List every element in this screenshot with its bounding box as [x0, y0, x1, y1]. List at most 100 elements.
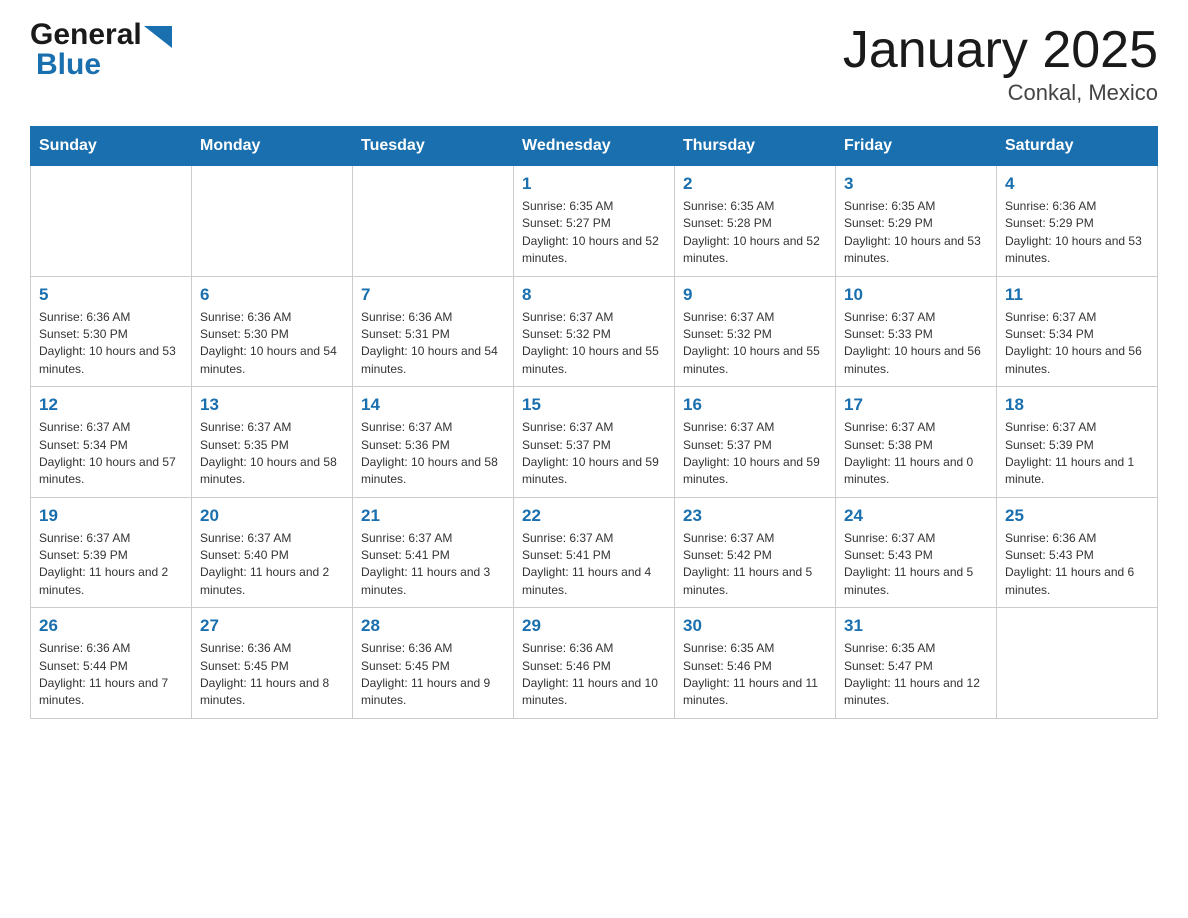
week-row-5: 26 Sunrise: 6:36 AM Sunset: 5:44 PM Dayli… [31, 608, 1158, 719]
cell-sun-info: Sunrise: 6:37 AM Sunset: 5:32 PM Dayligh… [683, 309, 827, 379]
cell-sun-info: Sunrise: 6:37 AM Sunset: 5:37 PM Dayligh… [522, 419, 666, 489]
cell-sun-info: Sunrise: 6:37 AM Sunset: 5:37 PM Dayligh… [683, 419, 827, 489]
cell-sun-info: Sunrise: 6:36 AM Sunset: 5:44 PM Dayligh… [39, 640, 183, 710]
calendar-cell: 1Sunrise: 6:35 AM Sunset: 5:27 PM Daylig… [514, 166, 675, 277]
calendar-cell: 11 Sunrise: 6:37 AM Sunset: 5:34 PM Dayli… [997, 276, 1158, 387]
calendar-cell: 5 Sunrise: 6:36 AM Sunset: 5:30 PM Daylig… [31, 276, 192, 387]
header-row: SundayMondayTuesdayWednesdayThursdayFrid… [31, 127, 1158, 166]
cell-sun-info: Sunrise: 6:36 AM Sunset: 5:29 PM Dayligh… [1005, 198, 1149, 268]
calendar-table: SundayMondayTuesdayWednesdayThursdayFrid… [30, 126, 1158, 719]
cell-sun-info: Sunrise: 6:35 AM Sunset: 5:29 PM Dayligh… [844, 198, 988, 268]
cell-sun-info: Sunrise: 6:37 AM Sunset: 5:39 PM Dayligh… [39, 530, 183, 600]
calendar-cell [192, 166, 353, 277]
header-cell-sunday: Sunday [31, 127, 192, 166]
calendar-cell: 15 Sunrise: 6:37 AM Sunset: 5:37 PM Dayli… [514, 387, 675, 498]
calendar-cell: 29Sunrise: 6:36 AM Sunset: 5:46 PM Dayli… [514, 608, 675, 719]
calendar-cell: 19Sunrise: 6:37 AM Sunset: 5:39 PM Dayli… [31, 497, 192, 608]
calendar-cell: 23 Sunrise: 6:37 AM Sunset: 5:42 PM Dayli… [675, 497, 836, 608]
calendar-cell: 25 Sunrise: 6:36 AM Sunset: 5:43 PM Dayli… [997, 497, 1158, 608]
calendar-cell: 16 Sunrise: 6:37 AM Sunset: 5:37 PM Dayli… [675, 387, 836, 498]
cell-sun-info: Sunrise: 6:36 AM Sunset: 5:30 PM Dayligh… [39, 309, 183, 379]
cell-sun-info: Sunrise: 6:35 AM Sunset: 5:46 PM Dayligh… [683, 640, 827, 710]
cell-day-number: 27 [200, 616, 344, 636]
cell-day-number: 18 [1005, 395, 1149, 415]
cell-sun-info: Sunrise: 6:37 AM Sunset: 5:33 PM Dayligh… [844, 309, 988, 379]
cell-day-number: 30 [683, 616, 827, 636]
cell-sun-info: Sunrise: 6:36 AM Sunset: 5:45 PM Dayligh… [200, 640, 344, 710]
calendar-cell: 2 Sunrise: 6:35 AM Sunset: 5:28 PM Daylig… [675, 166, 836, 277]
cell-day-number: 13 [200, 395, 344, 415]
cell-day-number: 4 [1005, 174, 1149, 194]
cell-day-number: 24 [844, 506, 988, 526]
header-cell-saturday: Saturday [997, 127, 1158, 166]
calendar-cell: 10Sunrise: 6:37 AM Sunset: 5:33 PM Dayli… [836, 276, 997, 387]
calendar-cell: 9Sunrise: 6:37 AM Sunset: 5:32 PM Daylig… [675, 276, 836, 387]
calendar-subtitle: Conkal, Mexico [843, 80, 1158, 106]
cell-day-number: 7 [361, 285, 505, 305]
cell-day-number: 11 [1005, 285, 1149, 305]
cell-sun-info: Sunrise: 6:37 AM Sunset: 5:36 PM Dayligh… [361, 419, 505, 489]
cell-day-number: 31 [844, 616, 988, 636]
cell-sun-info: Sunrise: 6:37 AM Sunset: 5:42 PM Dayligh… [683, 530, 827, 600]
header-cell-friday: Friday [836, 127, 997, 166]
cell-sun-info: Sunrise: 6:35 AM Sunset: 5:27 PM Dayligh… [522, 198, 666, 268]
cell-day-number: 20 [200, 506, 344, 526]
cell-sun-info: Sunrise: 6:36 AM Sunset: 5:31 PM Dayligh… [361, 309, 505, 379]
title-area: January 2025 Conkal, Mexico [843, 20, 1158, 106]
calendar-cell: 12 Sunrise: 6:37 AM Sunset: 5:34 PM Dayli… [31, 387, 192, 498]
calendar-cell: 4 Sunrise: 6:36 AM Sunset: 5:29 PM Daylig… [997, 166, 1158, 277]
calendar-cell: 17Sunrise: 6:37 AM Sunset: 5:38 PM Dayli… [836, 387, 997, 498]
cell-day-number: 26 [39, 616, 183, 636]
calendar-cell: 26 Sunrise: 6:36 AM Sunset: 5:44 PM Dayli… [31, 608, 192, 719]
calendar-cell: 21 Sunrise: 6:37 AM Sunset: 5:41 PM Dayli… [353, 497, 514, 608]
cell-sun-info: Sunrise: 6:37 AM Sunset: 5:41 PM Dayligh… [522, 530, 666, 600]
logo-triangle-icon [144, 26, 172, 48]
calendar-body: 1Sunrise: 6:35 AM Sunset: 5:27 PM Daylig… [31, 166, 1158, 719]
cell-day-number: 3 [844, 174, 988, 194]
cell-day-number: 16 [683, 395, 827, 415]
header-cell-thursday: Thursday [675, 127, 836, 166]
cell-sun-info: Sunrise: 6:37 AM Sunset: 5:34 PM Dayligh… [39, 419, 183, 489]
logo-blue-text: Blue [36, 48, 101, 81]
cell-day-number: 25 [1005, 506, 1149, 526]
cell-sun-info: Sunrise: 6:37 AM Sunset: 5:39 PM Dayligh… [1005, 419, 1149, 489]
cell-day-number: 5 [39, 285, 183, 305]
calendar-cell: 24Sunrise: 6:37 AM Sunset: 5:43 PM Dayli… [836, 497, 997, 608]
calendar-cell: 18 Sunrise: 6:37 AM Sunset: 5:39 PM Dayli… [997, 387, 1158, 498]
cell-day-number: 12 [39, 395, 183, 415]
cell-sun-info: Sunrise: 6:35 AM Sunset: 5:28 PM Dayligh… [683, 198, 827, 268]
cell-day-number: 15 [522, 395, 666, 415]
week-row-4: 19Sunrise: 6:37 AM Sunset: 5:39 PM Dayli… [31, 497, 1158, 608]
header-cell-monday: Monday [192, 127, 353, 166]
cell-day-number: 21 [361, 506, 505, 526]
calendar-cell [997, 608, 1158, 719]
calendar-cell: 27 Sunrise: 6:36 AM Sunset: 5:45 PM Dayli… [192, 608, 353, 719]
calendar-cell: 28 Sunrise: 6:36 AM Sunset: 5:45 PM Dayli… [353, 608, 514, 719]
calendar-header: SundayMondayTuesdayWednesdayThursdayFrid… [31, 127, 1158, 166]
week-row-2: 5 Sunrise: 6:36 AM Sunset: 5:30 PM Daylig… [31, 276, 1158, 387]
cell-sun-info: Sunrise: 6:36 AM Sunset: 5:43 PM Dayligh… [1005, 530, 1149, 600]
cell-day-number: 2 [683, 174, 827, 194]
cell-sun-info: Sunrise: 6:36 AM Sunset: 5:46 PM Dayligh… [522, 640, 666, 710]
cell-sun-info: Sunrise: 6:37 AM Sunset: 5:40 PM Dayligh… [200, 530, 344, 600]
cell-sun-info: Sunrise: 6:37 AM Sunset: 5:38 PM Dayligh… [844, 419, 988, 489]
logo-general-text: General [30, 20, 142, 50]
cell-sun-info: Sunrise: 6:36 AM Sunset: 5:45 PM Dayligh… [361, 640, 505, 710]
calendar-cell: 31Sunrise: 6:35 AM Sunset: 5:47 PM Dayli… [836, 608, 997, 719]
cell-day-number: 6 [200, 285, 344, 305]
cell-day-number: 23 [683, 506, 827, 526]
calendar-title: January 2025 [843, 20, 1158, 80]
page-header: General Blue January 2025 Conkal, Mexico [30, 20, 1158, 106]
cell-sun-info: Sunrise: 6:37 AM Sunset: 5:41 PM Dayligh… [361, 530, 505, 600]
calendar-cell: 6Sunrise: 6:36 AM Sunset: 5:30 PM Daylig… [192, 276, 353, 387]
calendar-cell: 30 Sunrise: 6:35 AM Sunset: 5:46 PM Dayli… [675, 608, 836, 719]
header-cell-tuesday: Tuesday [353, 127, 514, 166]
cell-sun-info: Sunrise: 6:37 AM Sunset: 5:34 PM Dayligh… [1005, 309, 1149, 379]
calendar-cell [353, 166, 514, 277]
calendar-cell: 13Sunrise: 6:37 AM Sunset: 5:35 PM Dayli… [192, 387, 353, 498]
logo: General Blue [30, 20, 172, 80]
calendar-cell: 22Sunrise: 6:37 AM Sunset: 5:41 PM Dayli… [514, 497, 675, 608]
cell-day-number: 28 [361, 616, 505, 636]
week-row-3: 12 Sunrise: 6:37 AM Sunset: 5:34 PM Dayli… [31, 387, 1158, 498]
calendar-cell: 8Sunrise: 6:37 AM Sunset: 5:32 PM Daylig… [514, 276, 675, 387]
